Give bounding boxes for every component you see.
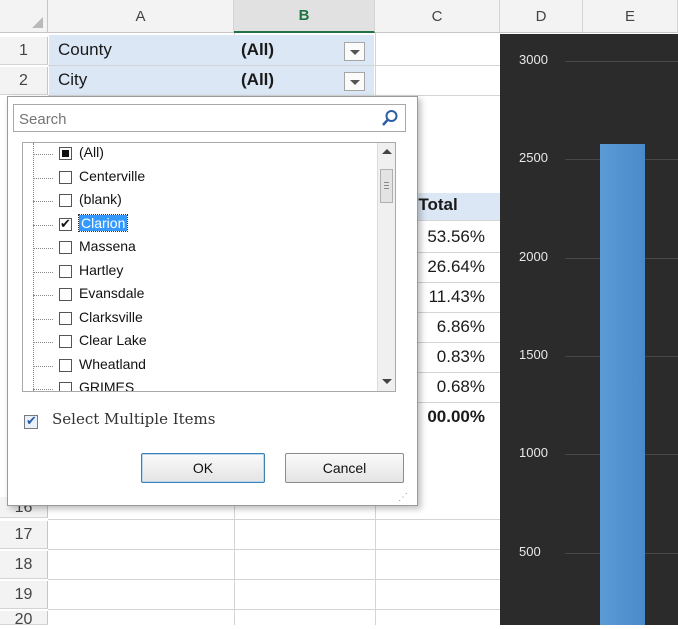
pct-grand-total: 00.00%: [427, 407, 485, 426]
county-filter-dropdown-button[interactable]: [344, 42, 365, 61]
filter-list-item[interactable]: GRIMES: [23, 378, 373, 391]
filter-item-checkbox[interactable]: [59, 335, 72, 348]
tree-connector: [33, 318, 53, 320]
filter-list-item[interactable]: Massena: [23, 237, 373, 259]
filter-item-checkbox[interactable]: [59, 147, 72, 160]
column-header-a[interactable]: A: [48, 0, 234, 33]
tree-connector: [33, 224, 53, 226]
filter-list-item[interactable]: Wheatland: [23, 355, 373, 377]
pivot-filter-label-city: City: [58, 70, 88, 89]
select-multiple-items-label[interactable]: Select Multiple Items: [52, 410, 215, 428]
grid-line: [48, 579, 500, 580]
chart-y-tick-label: 1000: [519, 445, 548, 461]
filter-search-box[interactable]: [13, 104, 406, 132]
resize-grip-icon[interactable]: [398, 492, 408, 503]
ok-button[interactable]: OK: [141, 453, 265, 483]
filter-item-checkbox[interactable]: [59, 216, 72, 232]
filter-item-label[interactable]: Clear Lake: [79, 332, 147, 348]
pivot-chart-area[interactable]: [500, 34, 678, 625]
row-header-18[interactable]: 18: [0, 551, 48, 579]
filter-item-label[interactable]: Clarksville: [79, 309, 143, 325]
city-filter-dropdown-button[interactable]: [344, 72, 365, 91]
column-header-e[interactable]: E: [583, 0, 678, 33]
chart-y-tick-label: 500: [519, 543, 541, 559]
filter-item-label[interactable]: GRIMES: [79, 379, 134, 391]
filter-item-label[interactable]: Massena: [79, 238, 136, 254]
filter-item-checkbox[interactable]: [59, 170, 72, 184]
tree-connector: [33, 342, 53, 343]
pct-value: 53.56%: [427, 227, 485, 246]
pct-value: 0.83%: [436, 347, 485, 366]
grid-line: [48, 609, 500, 610]
filter-item-checkbox[interactable]: [59, 358, 72, 372]
pct-value: 6.86%: [436, 317, 485, 336]
tree-connector: [33, 154, 53, 155]
filter-list-item[interactable]: Evansdale: [23, 284, 373, 306]
select-multiple-items-checkbox[interactable]: [24, 413, 38, 429]
pct-value: 0.68%: [436, 377, 485, 396]
tree-connector: [33, 201, 53, 202]
filter-list-item[interactable]: (All): [23, 143, 373, 165]
tree-connector: [33, 365, 53, 367]
filter-item-checkbox[interactable]: [59, 264, 72, 278]
pct-value: 26.64%: [427, 257, 485, 276]
filter-item-label[interactable]: Hartley: [79, 262, 123, 278]
pivot-filter-label-county: County: [58, 40, 112, 59]
filter-item-checkbox[interactable]: [59, 382, 72, 391]
filter-list-scrollbar[interactable]: [377, 143, 395, 391]
column-header-d[interactable]: D: [500, 0, 583, 33]
filter-search-input[interactable]: [17, 106, 361, 132]
pivot-filter-value-county: (All): [241, 40, 275, 59]
grid-line: [48, 549, 500, 550]
filter-list-item[interactable]: Clarksville: [23, 308, 373, 330]
tree-connector: [33, 295, 53, 296]
filter-item-list[interactable]: (All) Centerville (blank) Clarion Massena Har…: [22, 142, 396, 392]
tree-connector: [33, 177, 53, 179]
scroll-up-arrow-icon[interactable]: [382, 149, 392, 154]
pivot-filter-row-city: [49, 66, 374, 95]
filter-item-checkbox[interactable]: [59, 194, 72, 207]
cancel-button[interactable]: Cancel: [285, 453, 404, 483]
scroll-thumb[interactable]: [380, 169, 393, 203]
row-header-20[interactable]: 20: [0, 611, 48, 628]
filter-list-item[interactable]: Clear Lake: [23, 331, 373, 353]
chart-y-tick-label: 1500: [519, 347, 548, 362]
filter-item-label[interactable]: Clarion: [77, 213, 129, 232]
tree-connector: [33, 248, 53, 249]
filter-item-label[interactable]: (blank): [79, 191, 122, 207]
filter-list-item[interactable]: Centerville: [23, 167, 373, 189]
row-header-17[interactable]: 17: [0, 521, 48, 549]
scroll-down-arrow-icon[interactable]: [382, 379, 392, 384]
filter-item-checkbox[interactable]: [59, 241, 72, 254]
select-all-corner[interactable]: [0, 0, 48, 33]
chart-y-tick-label: 2000: [519, 248, 548, 264]
filter-item-checkbox[interactable]: [59, 288, 72, 301]
filter-item-checkbox[interactable]: [59, 311, 72, 325]
filter-item-label[interactable]: Wheatland: [79, 356, 146, 372]
chart-bar[interactable]: [600, 143, 645, 625]
pivot-filter-value-city: (All): [241, 70, 275, 89]
chart-y-tick-label: 2500: [519, 150, 548, 166]
filter-list-item[interactable]: Clarion: [23, 213, 373, 236]
filter-item-label[interactable]: (All): [79, 144, 104, 160]
column-header-c[interactable]: C: [375, 0, 500, 33]
row-header-19[interactable]: 19: [0, 581, 48, 609]
filter-item-label[interactable]: Centerville: [79, 168, 145, 184]
filter-list-item[interactable]: (blank): [23, 190, 373, 212]
row-header-2[interactable]: 2: [0, 67, 48, 95]
grid-line: [48, 519, 500, 520]
column-header-b[interactable]: B: [234, 0, 375, 33]
row-header-1[interactable]: 1: [0, 37, 48, 65]
tree-connector: [33, 271, 53, 273]
chart-gridline: [565, 61, 678, 62]
pct-value: 11.43%: [428, 287, 485, 306]
filter-item-label[interactable]: Evansdale: [79, 285, 144, 301]
chart-y-tick-label: 3000: [519, 52, 548, 67]
tree-connector: [33, 389, 53, 390]
filter-list-item[interactable]: Hartley: [23, 261, 373, 283]
search-icon[interactable]: [381, 109, 399, 127]
